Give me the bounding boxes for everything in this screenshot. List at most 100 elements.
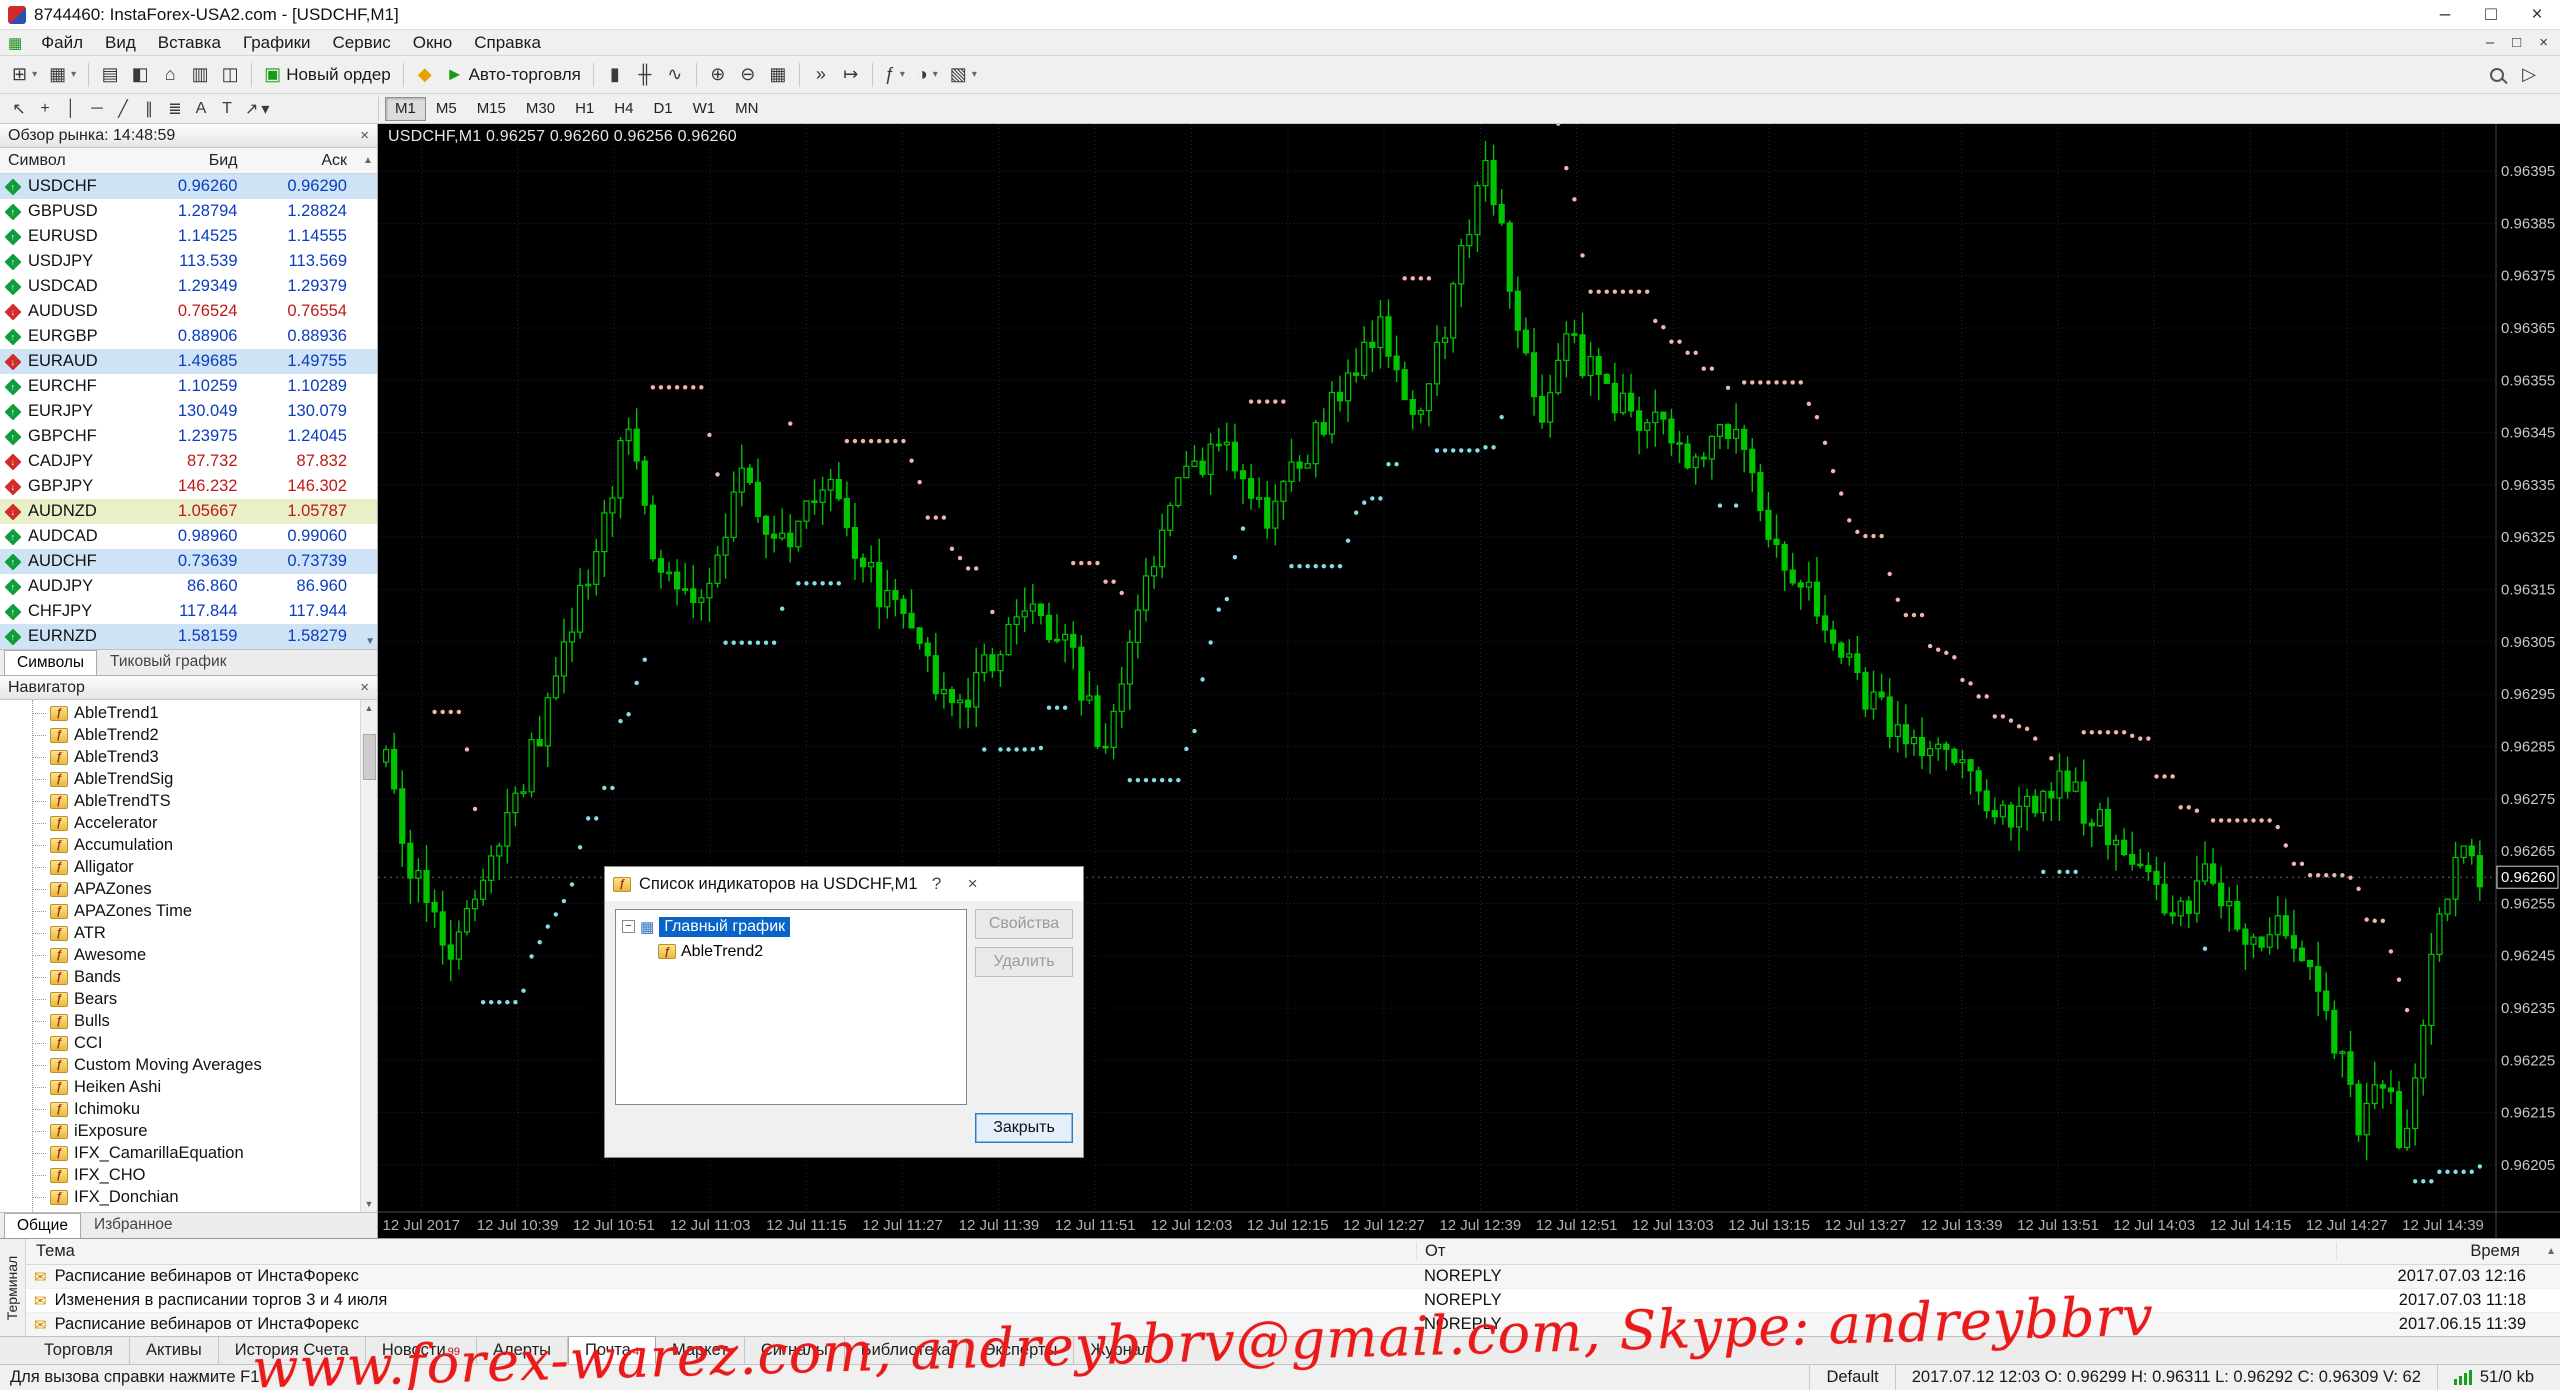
column-subject[interactable]: Тема bbox=[26, 1242, 1416, 1261]
navigator-item[interactable]: ƒBands bbox=[26, 966, 359, 988]
mdi-minimize-button[interactable]: – bbox=[2486, 34, 2494, 51]
market-watch-row[interactable]: ↑GBPCHF1.239751.24045 bbox=[0, 424, 377, 449]
zoom-in-button[interactable]: ⊕ bbox=[703, 60, 733, 90]
dialog-help-button[interactable]: ? bbox=[920, 870, 954, 898]
navigator-tab-2[interactable]: Избранное bbox=[81, 1212, 186, 1238]
text-label-button[interactable]: T bbox=[214, 97, 240, 121]
column-symbol[interactable]: Символ bbox=[0, 152, 140, 170]
timeframe-m15-button[interactable]: M15 bbox=[467, 97, 516, 121]
terminal-tab-торговля[interactable]: Торговля bbox=[28, 1337, 130, 1364]
navigator-item[interactable]: ƒIFX_CamarillaEquation bbox=[26, 1142, 359, 1164]
navigator-item[interactable]: ƒAbleTrend1 bbox=[26, 702, 359, 724]
mail-row[interactable]: ✉Расписание вебинаров от ИнстаФорексNORE… bbox=[26, 1265, 2560, 1289]
menu-item-сервис[interactable]: Сервис bbox=[322, 33, 402, 52]
market-watch-row[interactable]: ↓AUDUSD0.765240.76554 bbox=[0, 299, 377, 324]
terminal-tab-новости[interactable]: Новости99 bbox=[366, 1337, 477, 1364]
close-button[interactable]: × bbox=[2514, 0, 2560, 29]
navigator-item[interactable]: ƒAPAZones Time bbox=[26, 900, 359, 922]
timeframe-m30-button[interactable]: M30 bbox=[516, 97, 565, 121]
timeframe-h1-button[interactable]: H1 bbox=[565, 97, 604, 121]
tree-expander-icon[interactable]: − bbox=[622, 920, 635, 933]
menu-item-вставка[interactable]: Вставка bbox=[147, 33, 232, 52]
tree-row-main-chart[interactable]: − ▦ Главный график bbox=[618, 914, 964, 939]
tree-row-indicator[interactable]: ƒ AbleTrend2 bbox=[618, 939, 964, 964]
navigator-item[interactable]: ƒAbleTrend2 bbox=[26, 724, 359, 746]
market-watch-row[interactable]: ↑EURCHF1.102591.10289 bbox=[0, 374, 377, 399]
fibonacci-button[interactable]: ≣ bbox=[162, 97, 188, 121]
mql5-community-button[interactable]: ◆ bbox=[410, 60, 440, 90]
menu-item-справка[interactable]: Справка bbox=[463, 33, 552, 52]
timeframe-m1-button[interactable]: M1 bbox=[385, 97, 426, 121]
market-watch-close-icon[interactable]: × bbox=[360, 127, 369, 144]
close-dialog-button[interactable]: Закрыть bbox=[975, 1113, 1073, 1143]
new-chart-button[interactable]: ⊞▾ bbox=[6, 60, 43, 90]
market-watch-row[interactable]: ↓CADJPY87.73287.832 bbox=[0, 449, 377, 474]
scrollbar-thumb[interactable] bbox=[363, 734, 376, 780]
minimize-button[interactable]: – bbox=[2422, 0, 2468, 29]
market-watch-row[interactable]: ↑AUDCHF0.736390.73739 bbox=[0, 549, 377, 574]
navigator-item[interactable]: ƒCCI bbox=[26, 1032, 359, 1054]
market-watch-row[interactable]: ↑AUDJPY86.86086.960 bbox=[0, 574, 377, 599]
column-ask[interactable]: Аск bbox=[250, 152, 360, 170]
indicators-button[interactable]: ƒ▾ bbox=[879, 60, 911, 90]
market-watch-tab-1[interactable]: Символы bbox=[4, 650, 97, 675]
periods-button[interactable]: ◑▾ bbox=[911, 60, 944, 90]
navigator-item[interactable]: ƒBears bbox=[26, 988, 359, 1010]
timeframe-m5-button[interactable]: M5 bbox=[426, 97, 467, 121]
properties-button[interactable]: Свойства bbox=[975, 909, 1073, 939]
market-watch-row[interactable]: ↑EURGBP0.889060.88936 bbox=[0, 324, 377, 349]
terminal-tab-маркет[interactable]: Маркет bbox=[656, 1337, 745, 1364]
navigator-item[interactable]: ƒiExposure bbox=[26, 1120, 359, 1142]
timeframe-mn-button[interactable]: MN bbox=[725, 97, 768, 121]
mdi-close-button[interactable]: × bbox=[2539, 34, 2548, 51]
navigator-item[interactable]: ƒIchimoku bbox=[26, 1098, 359, 1120]
terminal-tab-журнал[interactable]: Журнал bbox=[1074, 1337, 1167, 1364]
menu-item-окно[interactable]: Окно bbox=[402, 33, 464, 52]
navigator-item[interactable]: ƒCustom Moving Averages bbox=[26, 1054, 359, 1076]
candlestick-mode-button[interactable]: ╫ bbox=[630, 60, 660, 90]
navigator-scrollbar[interactable]: ▲ ▼ bbox=[360, 700, 377, 1212]
navigator-item[interactable]: ƒIFX_Donchian bbox=[26, 1186, 359, 1208]
column-bid[interactable]: Бид bbox=[140, 152, 250, 170]
search-icon[interactable] bbox=[2490, 68, 2504, 82]
tree-child-label[interactable]: AbleTrend2 bbox=[681, 943, 763, 961]
scroll-down-icon[interactable]: ▼ bbox=[365, 1196, 374, 1212]
market-watch-row[interactable]: ↑AUDCAD0.989600.99060 bbox=[0, 524, 377, 549]
dialog-title-bar[interactable]: ƒ Список индикаторов на USDCHF,M1 ? × bbox=[605, 867, 1083, 901]
terminal-tab-алерты[interactable]: Алерты bbox=[477, 1337, 568, 1364]
terminal-panel-button[interactable]: ▥ bbox=[185, 60, 215, 90]
mail-row[interactable]: ✉Расписание вебинаров от ИнстаФорексNORE… bbox=[26, 1313, 2560, 1336]
navigator-item[interactable]: ƒAccumulation bbox=[26, 834, 359, 856]
market-watch-row[interactable]: ↓AUDNZD1.056671.05787 bbox=[0, 499, 377, 524]
indicator-tree[interactable]: − ▦ Главный график ƒ AbleTrend2 bbox=[615, 909, 967, 1105]
terminal-tab-сигналы[interactable]: Сигналы bbox=[745, 1337, 845, 1364]
timeframe-h4-button[interactable]: H4 bbox=[604, 97, 643, 121]
navigator-item[interactable]: ƒAccelerator bbox=[26, 812, 359, 834]
market-watch-tab-2[interactable]: Тиковый график bbox=[97, 649, 239, 675]
scroll-up-icon[interactable]: ▲ bbox=[365, 700, 374, 716]
navigator-close-icon[interactable]: × bbox=[360, 679, 369, 696]
column-from[interactable]: От bbox=[1416, 1242, 2336, 1261]
scroll-down-icon[interactable]: ▼ bbox=[365, 636, 375, 647]
profiles-button[interactable]: ▦▾ bbox=[43, 60, 82, 90]
market-watch-row[interactable]: ↑EURNZD1.581591.58279 bbox=[0, 624, 377, 649]
market-watch-row[interactable]: ↑USDJPY113.539113.569 bbox=[0, 249, 377, 274]
tile-windows-button[interactable]: ▦ bbox=[763, 60, 793, 90]
market-watch-row[interactable]: ↑EURUSD1.145251.14555 bbox=[0, 224, 377, 249]
timeframe-d1-button[interactable]: D1 bbox=[643, 97, 682, 121]
terminal-tab-почта[interactable]: Почта4 bbox=[568, 1336, 656, 1364]
trendline-button[interactable]: ╱ bbox=[110, 97, 136, 121]
chart-shift-button[interactable]: ↦ bbox=[836, 60, 866, 90]
status-profile[interactable]: Default bbox=[1809, 1365, 1894, 1390]
market-watch-row[interactable]: ↑EURJPY130.049130.079 bbox=[0, 399, 377, 424]
autotrading-button[interactable]: ►Авто-торговля bbox=[440, 60, 587, 90]
strategy-tester-button[interactable]: ◫ bbox=[215, 60, 245, 90]
navigator-button[interactable]: ⌂ bbox=[155, 60, 185, 90]
navigator-item[interactable]: ƒAbleTrend3 bbox=[26, 746, 359, 768]
market-watch-row[interactable]: ↑CHFJPY117.844117.944 bbox=[0, 599, 377, 624]
arrows-button[interactable]: ↗▾ bbox=[240, 97, 274, 121]
bar-chart-mode-button[interactable]: ▮ bbox=[600, 60, 630, 90]
timeframe-w1-button[interactable]: W1 bbox=[683, 97, 726, 121]
new-order-button[interactable]: ▣Новый ордер bbox=[258, 60, 397, 90]
menu-item-вид[interactable]: Вид bbox=[94, 33, 147, 52]
